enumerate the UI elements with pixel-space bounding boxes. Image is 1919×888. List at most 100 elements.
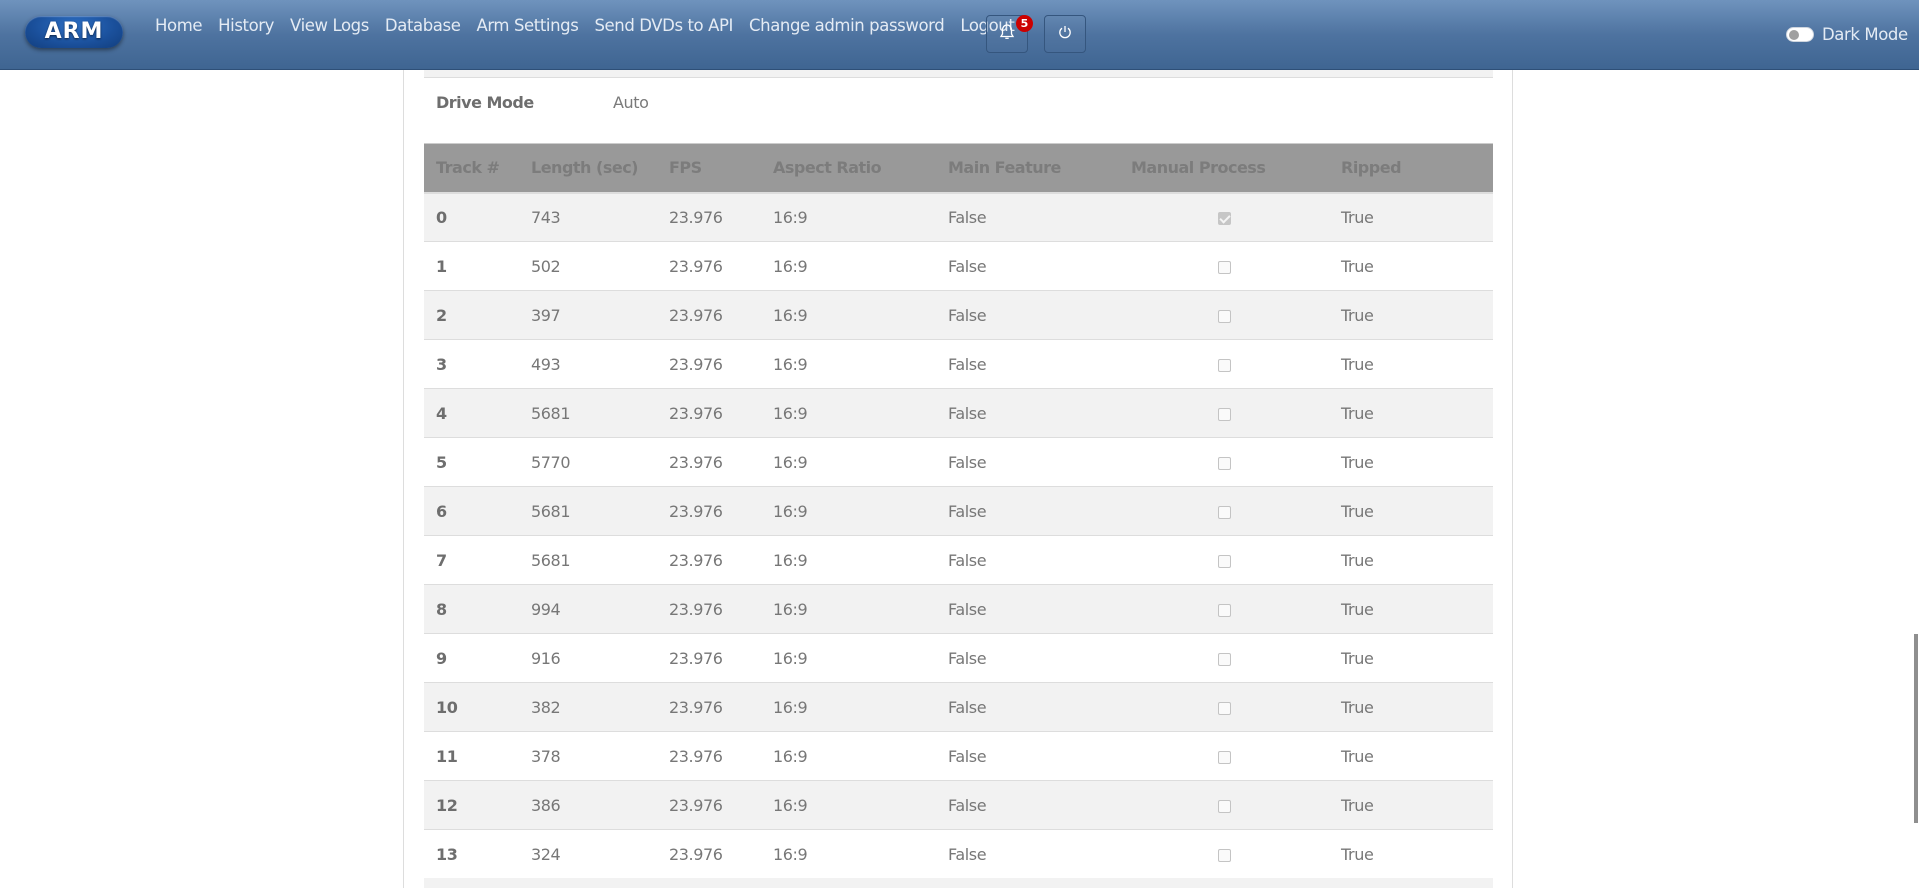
cell-main-feature: False: [936, 584, 1119, 634]
cell-manual-process: [1119, 682, 1329, 732]
cell-length: 5681: [519, 486, 657, 536]
table-row: 8 994 23.976 16:9 False True: [424, 584, 1493, 634]
page-scrollbar-thumb[interactable]: [1914, 634, 1918, 823]
cell-manual-process: [1119, 535, 1329, 585]
cell-track-number: 4: [424, 388, 519, 438]
cell-track-number: 8: [424, 584, 519, 634]
cell-main-feature: False: [936, 486, 1119, 536]
cell-ripped: True: [1329, 486, 1493, 536]
cell-aspect-ratio: 16:9: [761, 486, 936, 536]
nav-link-arm-settings[interactable]: Arm Settings: [476, 16, 578, 35]
cell-manual-process: [1119, 731, 1329, 781]
cell-fps: 23.976: [657, 241, 761, 291]
cell-ripped: True: [1329, 192, 1493, 242]
cell-track-number: 5: [424, 437, 519, 487]
cell-manual-process: [1119, 829, 1329, 879]
cell-main-feature: False: [936, 339, 1119, 389]
cell-manual-process: [1119, 437, 1329, 487]
cell-main-feature: False: [936, 780, 1119, 830]
nav-link-view-logs[interactable]: View Logs: [290, 16, 369, 35]
cell-length: 386: [519, 780, 657, 830]
cell-track-number: 1: [424, 241, 519, 291]
previous-row-strip: [424, 70, 1493, 78]
header-track-number[interactable]: Track #: [424, 143, 519, 194]
cell-track-number: 13: [424, 829, 519, 879]
header-fps[interactable]: FPS: [657, 143, 761, 194]
table-row: 1 502 23.976 16:9 False True: [424, 241, 1493, 291]
cell-track-number: 7: [424, 535, 519, 585]
cell-aspect-ratio: 16:9: [761, 829, 936, 879]
cell-manual-process: [1119, 486, 1329, 536]
cell-track-number: 12: [424, 780, 519, 830]
manual-process-checkbox[interactable]: [1217, 652, 1231, 666]
manual-process-checkbox[interactable]: [1217, 554, 1231, 568]
main-container: Drive Mode Auto Track # Length (sec) FPS…: [403, 70, 1513, 888]
cell-ripped: True: [1329, 339, 1493, 389]
switch-knob: [1789, 30, 1799, 40]
cell-aspect-ratio: 16:9: [761, 682, 936, 732]
header-manual-process[interactable]: Manual Process: [1119, 143, 1329, 194]
cell-main-feature: False: [936, 241, 1119, 291]
table-row: 6 5681 23.976 16:9 False True: [424, 486, 1493, 536]
manual-process-checkbox[interactable]: [1217, 456, 1231, 470]
nav-link-send-dvds-to-api[interactable]: Send DVDs to API: [594, 16, 733, 35]
bell-icon: [999, 23, 1015, 46]
cell-manual-process: [1119, 339, 1329, 389]
dark-mode-toggle[interactable]: Dark Mode: [1786, 25, 1908, 44]
cell-track-number: 10: [424, 682, 519, 732]
cell-ripped: True: [1329, 633, 1493, 683]
header-main-feature[interactable]: Main Feature: [936, 143, 1119, 194]
nav-link-change-admin-password[interactable]: Change admin password: [749, 16, 945, 35]
cell-length: 397: [519, 290, 657, 340]
nav-link-history[interactable]: History: [218, 16, 274, 35]
cell-fps: 23.976: [657, 339, 761, 389]
tracks-table: Track # Length (sec) FPS Aspect Ratio Ma…: [424, 143, 1493, 879]
dark-mode-label: Dark Mode: [1822, 25, 1908, 44]
cell-fps: 23.976: [657, 829, 761, 879]
manual-process-checkbox[interactable]: [1217, 211, 1231, 225]
power-button[interactable]: [1044, 15, 1086, 53]
power-icon: [1057, 24, 1073, 45]
cell-main-feature: False: [936, 192, 1119, 242]
manual-process-checkbox[interactable]: [1217, 603, 1231, 617]
cell-aspect-ratio: 16:9: [761, 192, 936, 242]
cell-aspect-ratio: 16:9: [761, 535, 936, 585]
cell-fps: 23.976: [657, 388, 761, 438]
cell-fps: 23.976: [657, 290, 761, 340]
cell-length: 994: [519, 584, 657, 634]
table-row: 0 743 23.976 16:9 False True: [424, 192, 1493, 242]
drive-mode-label: Drive Mode: [436, 93, 534, 112]
manual-process-checkbox[interactable]: [1217, 701, 1231, 715]
manual-process-checkbox[interactable]: [1217, 309, 1231, 323]
partial-table-row: [424, 878, 1493, 888]
dark-mode-switch[interactable]: [1786, 27, 1814, 42]
manual-process-checkbox[interactable]: [1217, 407, 1231, 421]
cell-track-number: 9: [424, 633, 519, 683]
table-header-row: Track # Length (sec) FPS Aspect Ratio Ma…: [424, 143, 1493, 194]
manual-process-checkbox[interactable]: [1217, 848, 1231, 862]
cell-fps: 23.976: [657, 437, 761, 487]
header-length[interactable]: Length (sec): [519, 143, 657, 194]
manual-process-checkbox[interactable]: [1217, 260, 1231, 274]
cell-ripped: True: [1329, 437, 1493, 487]
manual-process-checkbox[interactable]: [1217, 799, 1231, 813]
cell-manual-process: [1119, 633, 1329, 683]
cell-ripped: True: [1329, 388, 1493, 438]
nav-link-database[interactable]: Database: [385, 16, 461, 35]
manual-process-checkbox[interactable]: [1217, 358, 1231, 372]
cell-manual-process: [1119, 290, 1329, 340]
navbar: ARM Home History View Logs Database Arm …: [0, 0, 1919, 70]
nav-links: Home History View Logs Database Arm Sett…: [155, 16, 1030, 35]
cell-ripped: True: [1329, 682, 1493, 732]
cell-ripped: True: [1329, 535, 1493, 585]
arm-logo[interactable]: ARM: [25, 16, 123, 48]
cell-aspect-ratio: 16:9: [761, 780, 936, 830]
cell-ripped: True: [1329, 290, 1493, 340]
nav-link-home[interactable]: Home: [155, 16, 203, 35]
notifications-button[interactable]: 5: [986, 15, 1033, 53]
manual-process-checkbox[interactable]: [1217, 505, 1231, 519]
header-aspect-ratio[interactable]: Aspect Ratio: [761, 143, 936, 194]
header-ripped[interactable]: Ripped: [1329, 143, 1493, 194]
manual-process-checkbox[interactable]: [1217, 750, 1231, 764]
cell-main-feature: False: [936, 682, 1119, 732]
